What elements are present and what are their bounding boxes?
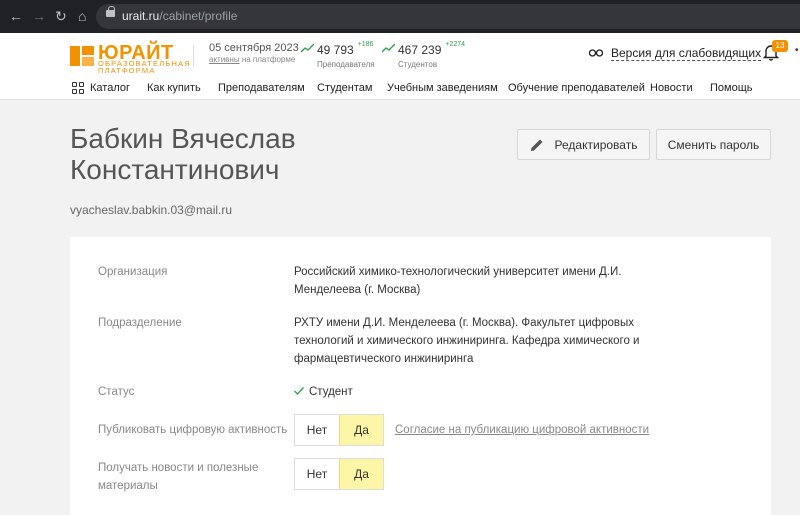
status-label: Статус [98, 386, 135, 398]
news-subscription-toggle: Нет Да [294, 458, 384, 490]
browser-toolbar: ← → ↻ ⌂ urait.ru/cabinet/profile [0, 0, 800, 33]
consent-link[interactable]: Согласие на публикацию цифровой активнос… [395, 421, 649, 439]
publish-no-option[interactable]: Нет [295, 415, 339, 445]
teachers-delta: +186 [357, 41, 374, 48]
url-text[interactable]: urait.ru/cabinet/profile [122, 9, 237, 23]
menu-item-news[interactable]: Новости [650, 82, 693, 94]
teachers-stat: 49 793 +186 Преподавателя [301, 41, 375, 69]
notifications-badge: 13 [772, 40, 788, 52]
change-password-label: Сменить пароль [667, 137, 760, 152]
current-date: 05 сентября 2023 [209, 42, 299, 54]
menu-item-catalog[interactable]: Каталог [90, 82, 130, 94]
news-yes-option[interactable]: Да [338, 459, 383, 489]
glasses-icon [589, 49, 603, 57]
reload-icon[interactable]: ↻ [55, 8, 67, 24]
logo-mark-icon [70, 46, 94, 66]
teachers-label: Преподавателя [317, 60, 375, 69]
students-label: Студентов [398, 60, 438, 69]
menu-item-teacher-training[interactable]: Обучение преподавателей [508, 82, 645, 94]
back-icon[interactable]: ← [9, 8, 23, 24]
url-host: urait.ru [122, 9, 160, 23]
url-path: /cabinet/profile [159, 9, 238, 23]
site-header: ЮРАЙТ ОБРАЗОВАТЕЛЬНАЯ ПЛАТФОРМА 05 сентя… [0, 33, 800, 100]
teachers-count: 49 793 [317, 43, 354, 57]
students-count: 467 239 [398, 43, 442, 57]
status-value-wrap: Студент [294, 383, 684, 401]
publish-activity-toggle: Нет Да [294, 414, 384, 446]
accessibility-link[interactable]: Версия для слабовидящих [589, 46, 762, 61]
menu-item-help[interactable]: Помощь [710, 82, 753, 94]
date-suffix: на платформе [241, 55, 296, 64]
pencil-icon [530, 139, 543, 151]
logo[interactable]: ЮРАЙТ ОБРАЗОВАТЕЛЬНАЯ ПЛАТФОРМА [70, 42, 191, 75]
menu-item-how-to-buy[interactable]: Как купить [147, 82, 201, 94]
news-no-option[interactable]: Нет [295, 459, 339, 489]
profile-details-card: Организация Российский химико-технологич… [70, 237, 771, 515]
change-password-button[interactable]: Сменить пароль [656, 129, 771, 160]
division-label: Подразделение [98, 317, 182, 329]
accessibility-label: Версия для слабовидящих [611, 46, 762, 61]
date-caption: активны на платформе [209, 55, 295, 64]
home-icon[interactable]: ⌂ [78, 8, 86, 24]
forward-icon[interactable]: → [32, 8, 46, 24]
menu-item-students[interactable]: Студентам [317, 82, 372, 94]
publish-activity-label: Публиковать цифровую активность [98, 424, 288, 436]
news-subscription-label: Получать новости и полезные материалы [98, 462, 259, 492]
lock-icon [106, 6, 115, 17]
edit-label: Редактировать [554, 137, 638, 152]
edit-button[interactable]: Редактировать [517, 129, 650, 160]
division-value: РХТУ имени Д.И. Менделеева (г. Москва). … [294, 317, 640, 365]
active-link[interactable]: активны [209, 55, 240, 64]
check-icon [294, 387, 304, 395]
status-value: Студент [309, 386, 353, 398]
logo-subtitle: ОБРАЗОВАТЕЛЬНАЯ ПЛАТФОРМА [98, 59, 191, 75]
page-title: Бабкин Вячеслав Константинович [70, 123, 296, 185]
more-icon[interactable]: • [795, 45, 799, 56]
organization-label: Организация [98, 266, 168, 278]
publish-yes-option[interactable]: Да [338, 415, 383, 445]
organization-value: Российский химико-технологический универ… [294, 266, 622, 296]
trend-up-icon [382, 44, 395, 53]
user-email: vyacheslav.babkin.03@mail.ru [70, 203, 233, 217]
divider [193, 45, 194, 67]
menu-item-institutions[interactable]: Учебным заведениям [387, 82, 498, 94]
students-delta: +2274 [445, 41, 466, 48]
trend-up-icon [301, 44, 314, 53]
students-stat: 467 239 +2274 Студентов [382, 41, 465, 69]
menu-item-teachers[interactable]: Преподавателям [218, 82, 305, 94]
catalog-grid-icon [72, 82, 85, 95]
